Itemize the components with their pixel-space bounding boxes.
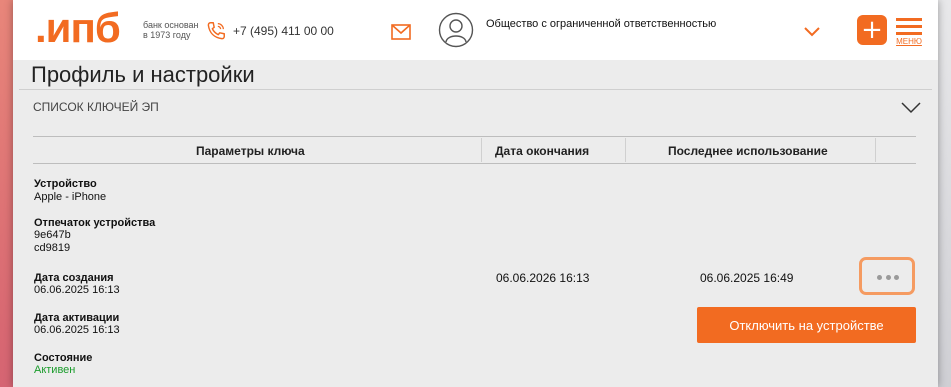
activated-value: 06.06.2025 16:13 xyxy=(34,324,120,336)
menu-icon-bar xyxy=(896,25,922,28)
more-actions-button[interactable] xyxy=(859,257,915,295)
page-title: Профиль и настройки xyxy=(31,62,255,87)
menu-button[interactable]: МЕНЮ xyxy=(894,15,924,49)
table-header-bottom-line xyxy=(33,163,916,164)
column-separator xyxy=(625,138,626,162)
fingerprint-label: Отпечаток устройства xyxy=(34,217,156,229)
created-value: 06.06.2025 16:13 xyxy=(34,284,120,296)
activated-label: Дата активации xyxy=(34,312,120,324)
menu-label: МЕНЮ xyxy=(896,37,922,46)
last-used-value: 06.06.2025 16:49 xyxy=(700,271,794,285)
mail-icon[interactable] xyxy=(391,24,411,40)
app-window: .ипб банк основан в 1973 году +7 (495) 4… xyxy=(13,0,938,387)
status-badge: Активен xyxy=(34,364,76,376)
phone-icon[interactable] xyxy=(205,20,227,42)
menu-icon xyxy=(896,18,922,21)
state-label: Состояние xyxy=(34,352,93,364)
device-value: Apple - iPhone xyxy=(34,191,107,203)
organization-name[interactable]: Общество с ограниченной ответственностью xyxy=(486,18,716,30)
section-title[interactable]: СПИСОК КЛЮЧЕЙ ЭП xyxy=(33,100,159,114)
fingerprint-value-line1: 9e647b xyxy=(34,229,71,241)
column-header-key-params: Параметры ключа xyxy=(196,144,305,158)
column-header-last-used: Последнее использование xyxy=(668,144,828,158)
avatar-icon[interactable] xyxy=(438,12,474,48)
end-date-value: 06.06.2026 16:13 xyxy=(496,271,590,285)
column-header-end-date: Дата окончания xyxy=(495,144,590,158)
device-label: Устройство xyxy=(34,178,97,190)
add-button[interactable]: + xyxy=(857,15,887,45)
divider xyxy=(19,89,932,90)
menu-icon-bar xyxy=(896,32,922,35)
fingerprint-value-line2: cd9819 xyxy=(34,242,71,254)
logo[interactable]: .ипб xyxy=(35,7,121,49)
chevron-down-icon[interactable] xyxy=(901,102,921,114)
disconnect-device-button[interactable]: Отключить на устройстве xyxy=(697,307,916,343)
column-separator xyxy=(481,138,482,162)
header: .ипб банк основан в 1973 году +7 (495) 4… xyxy=(13,0,938,60)
phone-number[interactable]: +7 (495) 411 00 00 xyxy=(233,24,334,38)
logo-tagline: банк основан в 1973 году xyxy=(143,20,199,40)
created-label: Дата создания xyxy=(34,272,114,284)
chevron-down-icon[interactable] xyxy=(803,26,821,38)
table-header-top-line xyxy=(33,136,916,137)
column-separator xyxy=(875,138,876,162)
